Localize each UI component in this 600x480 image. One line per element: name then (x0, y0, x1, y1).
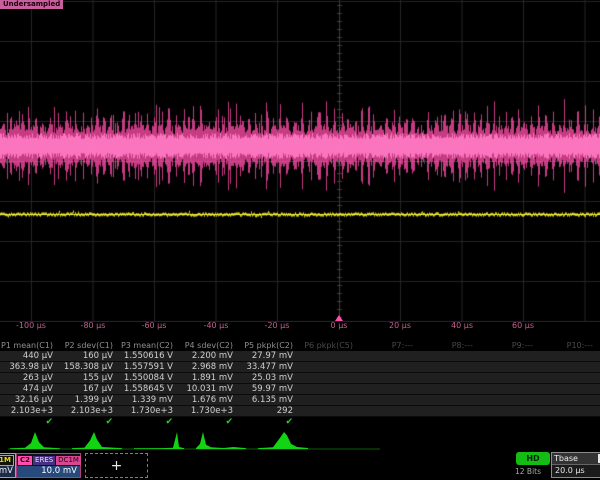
c2-eres-badge: ERES (33, 456, 55, 465)
axis-label: -80 µs (81, 321, 106, 330)
c2-label: C2 (18, 456, 32, 465)
measurement-value: 1.550616 V (120, 351, 180, 361)
axis-label: -100 µs (16, 321, 46, 330)
histicon-p3[interactable] (134, 432, 184, 449)
histicons-strip (0, 428, 600, 452)
tbase-value: 20.0 µs (552, 465, 600, 477)
plus-icon: + (111, 458, 123, 474)
hd-mode-badge[interactable]: HD (516, 452, 550, 465)
measurement-value: 167 µV (60, 384, 120, 394)
measurement-value: 160 µV (60, 351, 120, 361)
channel-descriptor-c2[interactable]: C2 ERES DC1M 10.0 mV (16, 453, 81, 478)
axis-label: 40 µs (451, 321, 473, 330)
measurement-row-5: 32.16 µV1.399 µV1.339 mV1.676 mV6.135 mV (0, 395, 600, 406)
param-header-p2[interactable]: P2 sdev(C1) (60, 340, 120, 351)
c1-volts-per-div: 0 mV (0, 466, 15, 477)
param-header-p5[interactable]: P5 pkpk(C2) (240, 340, 300, 351)
measurement-value: 2.103e+3 (0, 406, 60, 416)
measurement-value: 1.730e+3 (180, 406, 240, 416)
channel-descriptor-c1[interactable]: DC1M 0 mV (0, 453, 16, 478)
status-check-icon: ✔ (60, 417, 120, 428)
measurement-value: 1.557591 V (120, 362, 180, 372)
measurement-value: 2.200 mV (180, 351, 240, 361)
measurement-row-2: 363.98 µV158.308 µV1.557591 V2.968 mV33.… (0, 362, 600, 373)
status-check-icon: ✔ (120, 417, 180, 428)
param-header-p10[interactable]: P10:--- (540, 340, 600, 351)
status-check-icon: ✔ (0, 417, 60, 428)
measurement-value: 363.98 µV (0, 362, 60, 372)
measurement-value: 2.103e+3 (60, 406, 120, 416)
measurement-value: 292 (240, 406, 300, 416)
status-check-icon: ✔ (180, 417, 240, 428)
measurement-row-6: 2.103e+32.103e+31.730e+31.730e+3292 (0, 406, 600, 417)
axis-label: -20 µs (265, 321, 290, 330)
param-header-p7[interactable]: P7:--- (360, 340, 420, 351)
c1-coupling-badge: DC1M (0, 455, 14, 466)
measurement-row-3: 263 µV155 µV1.550084 V1.891 mV25.03 mV (0, 373, 600, 384)
oscilloscope-screen: Undersampled -100 µs -80 µs -60 µs -40 µs -2… (0, 0, 600, 480)
timebase-descriptor[interactable]: Tbase 20.0 µs (551, 452, 600, 478)
axis-label: 0 µs (331, 321, 348, 330)
measurement-table: P1 mean(C1)P2 sdev(C1)P3 mean(C2)P4 sdev… (0, 340, 600, 428)
param-header-p4[interactable]: P4 sdev(C2) (180, 340, 240, 351)
param-header-p3[interactable]: P3 mean(C2) (120, 340, 180, 351)
add-trace-button[interactable]: + (85, 453, 148, 478)
c2-coupling-badge: DC1M (56, 456, 81, 465)
param-header-p8[interactable]: P8:--- (420, 340, 480, 351)
measurement-value: 1.558645 V (120, 384, 180, 394)
param-header-row: P1 mean(C1)P2 sdev(C1)P3 mean(C2)P4 sdev… (0, 340, 600, 351)
axis-label: 20 µs (389, 321, 411, 330)
param-header-p9[interactable]: P9:--- (480, 340, 540, 351)
status-check-icon: ✔ (240, 417, 300, 428)
axis-label: -40 µs (204, 321, 229, 330)
histicon-p5[interactable] (258, 432, 308, 449)
timebase-axis-labels: -100 µs -80 µs -60 µs -40 µs -20 µs 0 µs 20 µs… (0, 321, 600, 334)
waveform-canvas[interactable] (0, 0, 600, 322)
undersampled-badge: Undersampled (0, 0, 63, 9)
param-header-p1[interactable]: P1 mean(C1) (0, 340, 60, 351)
measurement-value: 474 µV (0, 384, 60, 394)
measurement-value: 1.550084 V (120, 373, 180, 383)
histicon-p1[interactable] (10, 432, 60, 449)
measurement-value: 1.730e+3 (120, 406, 180, 416)
measurement-row-4: 474 µV167 µV1.558645 V10.031 mV59.97 mV (0, 384, 600, 395)
measurement-value: 158.308 µV (60, 362, 120, 372)
histicon-p2[interactable] (72, 432, 122, 449)
tbase-title: Tbase (552, 453, 600, 465)
measurement-value: 6.135 mV (240, 395, 300, 405)
descriptor-bar: DC1M 0 mV C2 ERES DC1M 10.0 mV + HD 12 B… (0, 451, 600, 480)
measurement-value: 2.968 mV (180, 362, 240, 372)
measurement-value: 263 µV (0, 373, 60, 383)
status-check-row: ✔✔✔✔✔ (0, 417, 600, 428)
measurement-row-1: 440 µV160 µV1.550616 V2.200 mV27.97 mV (0, 351, 600, 362)
hd-bits-label: 12 Bits (515, 467, 541, 476)
measurement-value: 32.16 µV (0, 395, 60, 405)
measurement-value: 1.399 µV (60, 395, 120, 405)
measurement-value: 59.97 mV (240, 384, 300, 394)
axis-label: 60 µs (512, 321, 534, 330)
measurement-value: 10.031 mV (180, 384, 240, 394)
histicon-p4[interactable] (196, 432, 246, 449)
measurement-value: 1.676 mV (180, 395, 240, 405)
measurement-value: 155 µV (60, 373, 120, 383)
axis-label: -60 µs (142, 321, 167, 330)
param-header-p6[interactable]: P6 pkpk(C5) (300, 340, 360, 351)
measurement-value: 27.97 mV (240, 351, 300, 361)
measurement-value: 1.339 mV (120, 395, 180, 405)
c2-volts-per-div: 10.0 mV (17, 466, 80, 477)
measurement-value: 1.891 mV (180, 373, 240, 383)
measurement-value: 25.03 mV (240, 373, 300, 383)
measurement-value: 33.477 mV (240, 362, 300, 372)
measurement-value: 440 µV (0, 351, 60, 361)
